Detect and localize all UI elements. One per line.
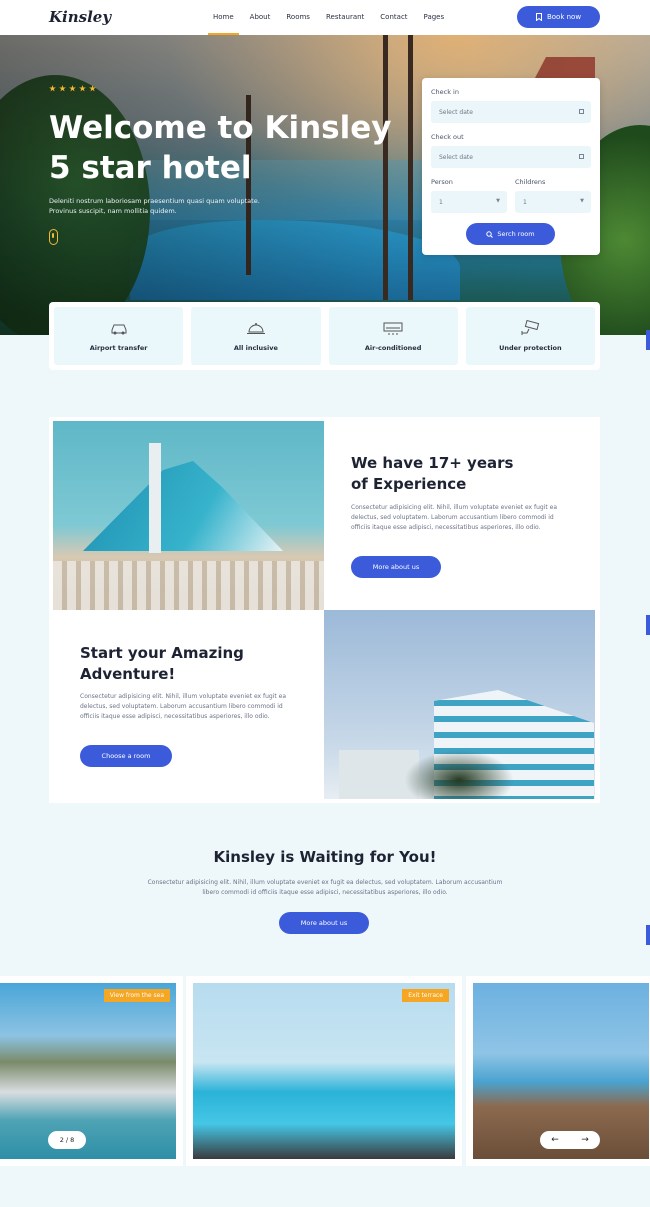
nav-link-about[interactable]: About xyxy=(242,0,279,35)
resort-beach xyxy=(53,561,324,610)
person-select[interactable]: 1 ▼ xyxy=(431,191,507,213)
calendar-icon xyxy=(579,154,584,159)
search-room-button[interactable]: Serch room xyxy=(466,223,555,245)
experience-title-line1: We have 17+ years xyxy=(351,454,514,472)
hero-title-line2: 5 star hotel xyxy=(49,150,252,186)
arrow-left-icon[interactable]: ← xyxy=(551,1135,559,1145)
gallery-card[interactable]: Exit terrace xyxy=(186,976,462,1166)
chevron-down-icon: ▼ xyxy=(580,198,584,204)
adventure-text: Consectetur adipisicing elit. Nihil, ill… xyxy=(80,693,287,720)
person-label: Person xyxy=(431,178,453,186)
hero-description: Deleniti nostrum laboriosam praesentium … xyxy=(49,197,260,215)
bookmark-icon xyxy=(535,13,542,21)
gallery-tag: View from the sea xyxy=(103,989,170,1002)
experience-title: We have 17+ years of Experience xyxy=(351,453,513,495)
gallery-image-terrace: Exit terrace xyxy=(193,983,455,1159)
nav-link-restaurant[interactable]: Restaurant xyxy=(318,0,372,35)
experience-title-line2: of Experience xyxy=(351,475,467,493)
checkin-label: Check in xyxy=(431,88,459,96)
checkout-date-field[interactable]: Select date xyxy=(431,146,591,168)
amenity-all-inclusive: All inclusive xyxy=(191,307,321,365)
waiting-text: Consectetur adipisicing elit. Nihil, ill… xyxy=(147,879,503,896)
checkout-placeholder: Select date xyxy=(439,153,473,161)
scroll-down-icon[interactable] xyxy=(49,229,58,245)
rating-stars xyxy=(49,85,96,92)
calendar-icon xyxy=(579,109,584,114)
gallery-image-sea-view: View from the sea xyxy=(0,983,176,1159)
amenity-under-protection: Under protection xyxy=(465,307,595,365)
cloche-icon xyxy=(246,323,265,334)
waiting-title: Kinsley is Waiting for You! xyxy=(213,848,437,866)
cctv-camera-icon xyxy=(521,320,540,335)
air-conditioner-icon xyxy=(383,322,403,335)
amenity-air-conditioned: Air-conditioned xyxy=(328,307,458,365)
about-section: We have 17+ years of Experience Consecte… xyxy=(49,417,600,803)
amenity-label: All inclusive xyxy=(233,344,278,352)
adventure-title-line2: Adventure! xyxy=(80,665,176,683)
star-icon xyxy=(89,85,96,92)
book-now-label: Book now xyxy=(546,13,582,21)
hero-title: Welcome to Kinsley 5 star hotel xyxy=(49,108,409,188)
amenity-label: Under protection xyxy=(499,344,562,352)
waiting-more-about-us-button[interactable]: More about us xyxy=(279,912,369,934)
choose-room-button[interactable]: Choose a room xyxy=(80,745,172,767)
palm-trees xyxy=(404,750,514,799)
edge-marker xyxy=(646,925,650,945)
adventure-title: Start your Amazing Adventure! xyxy=(80,643,244,685)
amenity-label: Airport transfer xyxy=(89,344,148,352)
gallery-navigation: ← → xyxy=(540,1131,600,1149)
search-room-label: Serch room xyxy=(497,230,535,238)
hero-title-line1: Welcome to Kinsley xyxy=(49,110,392,146)
search-icon xyxy=(486,230,494,238)
star-icon xyxy=(69,85,76,92)
chevron-down-icon: ▼ xyxy=(496,198,500,204)
gallery-card[interactable]: View from the sea xyxy=(0,976,183,1166)
booking-form: Check in Select date Check out Select da… xyxy=(422,78,600,255)
adventure-title-line1: Start your Amazing xyxy=(80,644,244,662)
amenity-airport-transfer: Airport transfer xyxy=(54,307,184,365)
person-value: 1 xyxy=(439,198,443,206)
star-icon xyxy=(79,85,86,92)
nav-link-pages[interactable]: Pages xyxy=(416,0,453,35)
star-icon xyxy=(59,85,66,92)
site-logo[interactable]: Kinsley xyxy=(49,8,111,26)
resort-photo xyxy=(53,421,324,610)
edge-marker xyxy=(646,615,650,635)
resort-building xyxy=(83,461,283,551)
checkout-label: Check out xyxy=(431,133,464,141)
top-navbar: Kinsley Home About Rooms Restaurant Cont… xyxy=(0,0,650,35)
nav-link-rooms[interactable]: Rooms xyxy=(278,0,318,35)
amenity-label: Air-conditioned xyxy=(364,344,422,352)
gallery-tag: Exit terrace xyxy=(402,989,449,1002)
experience-text: Consectetur adipisicing elit. Nihil, ill… xyxy=(351,504,558,531)
gallery-counter: 2 / 8 xyxy=(48,1131,86,1149)
checkin-placeholder: Select date xyxy=(439,108,473,116)
amenities-bar: Airport transfer All inclusive Air-condi… xyxy=(49,302,600,370)
star-icon xyxy=(49,85,56,92)
main-menu: Home About Rooms Restaurant Contact Page… xyxy=(205,0,452,35)
book-now-button[interactable]: Book now xyxy=(517,6,600,28)
building-photo xyxy=(324,610,595,799)
children-select[interactable]: 1 ▼ xyxy=(515,191,591,213)
children-label: Childrens xyxy=(515,178,546,186)
resort-tower xyxy=(149,443,161,553)
car-icon xyxy=(111,324,127,335)
checkin-date-field[interactable]: Select date xyxy=(431,101,591,123)
nav-link-home[interactable]: Home xyxy=(205,0,242,35)
more-about-us-button[interactable]: More about us xyxy=(351,556,441,578)
edge-marker xyxy=(646,330,650,350)
children-value: 1 xyxy=(523,198,527,206)
arrow-right-icon[interactable]: → xyxy=(581,1135,589,1145)
nav-link-contact[interactable]: Contact xyxy=(372,0,415,35)
